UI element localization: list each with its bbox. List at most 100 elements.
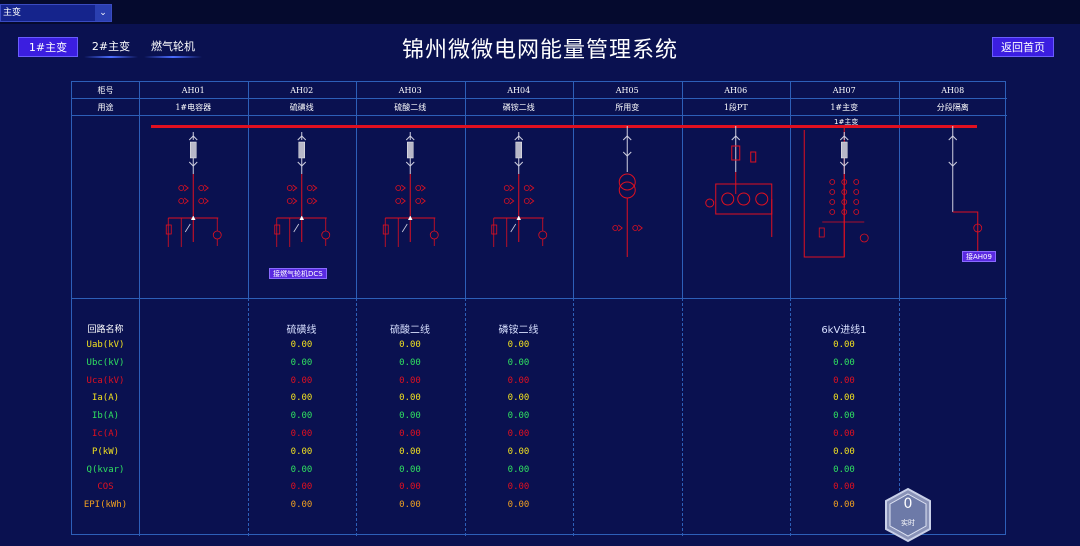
- param-value: 0.00: [399, 357, 421, 368]
- ct-symbol: [312, 197, 318, 205]
- back-home-button[interactable]: 返回首页: [992, 37, 1054, 57]
- ct-symbol: [509, 184, 515, 192]
- ct-symbol: [292, 197, 298, 205]
- param-name: Uab(kV): [86, 340, 125, 350]
- circuit-name: 硫酸二线: [390, 325, 430, 336]
- ah09-link-label[interactable]: 接AH09: [962, 251, 996, 262]
- param-value: 0.00: [507, 446, 530, 457]
- ct-symbol: [529, 184, 535, 192]
- param-value: 0.00: [507, 482, 530, 493]
- param-value: 0.00: [290, 429, 313, 439]
- ct-symbol: [184, 197, 189, 205]
- param-value: 0.00: [833, 464, 855, 475]
- param-name: Ubc(kV): [86, 357, 125, 368]
- circuit-name: 磷铵二线: [498, 325, 539, 336]
- ct-symbol: [523, 185, 530, 191]
- param-name: Q(kvar): [86, 464, 125, 475]
- ct-symbol: [853, 189, 860, 195]
- ct-symbol: [529, 197, 535, 205]
- param-value: 0.00: [507, 375, 530, 386]
- ct-symbol: [415, 185, 422, 191]
- switch-symbol: [293, 223, 300, 233]
- param-name: P(kW): [91, 446, 120, 457]
- breaker-body: [298, 141, 305, 159]
- param-value: 0.00: [833, 429, 855, 439]
- fuse-symbol: [274, 224, 281, 235]
- breaker-body: [841, 141, 848, 159]
- realtime-count: 0: [903, 496, 913, 512]
- ct-symbol: [204, 197, 209, 205]
- gas-turbine-dcs-label: 接燃气轮机DCS: [269, 268, 327, 279]
- page-title: 锦州微微电网能量管理系统: [401, 38, 678, 63]
- param-value: 0.00: [399, 446, 421, 457]
- param-name: COS: [97, 482, 114, 493]
- param-value: 0.00: [290, 357, 313, 368]
- param-value: 0.00: [833, 411, 855, 422]
- param-value: 0.00: [833, 393, 855, 404]
- param-value: 0.00: [507, 464, 530, 475]
- meter-symbol: [859, 233, 869, 243]
- fuse-symbol: [382, 224, 389, 235]
- ct-symbol: [829, 199, 836, 205]
- ct-symbol: [421, 197, 426, 205]
- param-value: 0.00: [507, 500, 530, 511]
- ct-symbol: [184, 184, 189, 192]
- ct-symbol: [853, 209, 860, 215]
- param-value: 0.00: [290, 482, 313, 493]
- param-value: 0.00: [399, 411, 421, 422]
- ct-symbol: [312, 184, 318, 192]
- param-value: 0.00: [290, 375, 313, 386]
- param-name: Uca(kV): [86, 375, 125, 386]
- param-value: 0.00: [507, 340, 530, 350]
- fuse-symbol: [165, 224, 172, 235]
- ct-symbol: [829, 189, 836, 195]
- pt-winding: [737, 192, 751, 206]
- ct-symbol: [286, 198, 293, 204]
- meter-symbol: [321, 230, 331, 240]
- top-bar: 主变 ⌄: [0, 0, 1080, 24]
- column-divider: [573, 298, 574, 536]
- ct-symbol: [509, 197, 515, 205]
- realtime-badge[interactable]: 0 实时: [883, 487, 933, 543]
- fuse-symbol: [818, 227, 825, 238]
- pt-frame: [715, 183, 773, 215]
- meter-symbol: [538, 230, 548, 240]
- fuse-symbol: [491, 224, 498, 235]
- param-value: 0.00: [399, 482, 421, 493]
- ct-symbol: [306, 185, 313, 191]
- param-value: 0.00: [290, 340, 313, 350]
- param-value: 0.00: [507, 357, 530, 368]
- ct-symbol: [178, 198, 185, 204]
- param-value: 0.00: [507, 393, 530, 404]
- param-name: Ib(A): [91, 411, 120, 422]
- param-value: 0.00: [833, 357, 855, 368]
- param-name: Ia(A): [91, 393, 120, 404]
- param-value: 0.00: [833, 482, 855, 493]
- section-divider: [72, 298, 1007, 299]
- breaker-body: [407, 141, 414, 159]
- transformer-select[interactable]: 主变 ⌄: [0, 4, 112, 22]
- ct-symbol: [395, 198, 402, 204]
- param-value: 0.00: [833, 500, 855, 511]
- ct-symbol: [204, 184, 209, 192]
- fuse-symbol: [750, 151, 757, 163]
- meter-symbol: [705, 198, 715, 208]
- ct-symbol: [853, 179, 860, 185]
- chevron-down-icon[interactable]: ⌄: [95, 5, 111, 21]
- param-value: 0.00: [290, 464, 313, 475]
- ct-symbol: [401, 197, 406, 205]
- pt-winding: [755, 192, 769, 206]
- cabinet-panel: 柜号 AH01 AH02 AH03 AH04 AH05 AH06 AH07 AH08 用途 1…: [71, 81, 1007, 536]
- ct-symbol: [503, 198, 510, 204]
- ct-symbol: [612, 225, 619, 231]
- ct-symbol: [632, 225, 639, 231]
- ct-symbol: [853, 199, 860, 205]
- param-value: 0.00: [833, 340, 855, 350]
- param-value: 0.00: [290, 393, 313, 404]
- transformer-select-value: 主变: [3, 8, 22, 18]
- param-name: Ic(A): [91, 429, 120, 439]
- ct-symbol: [306, 198, 313, 204]
- param-value: 0.00: [399, 429, 421, 439]
- realtime-label: 实时: [901, 519, 915, 527]
- ct-symbol: [198, 198, 205, 204]
